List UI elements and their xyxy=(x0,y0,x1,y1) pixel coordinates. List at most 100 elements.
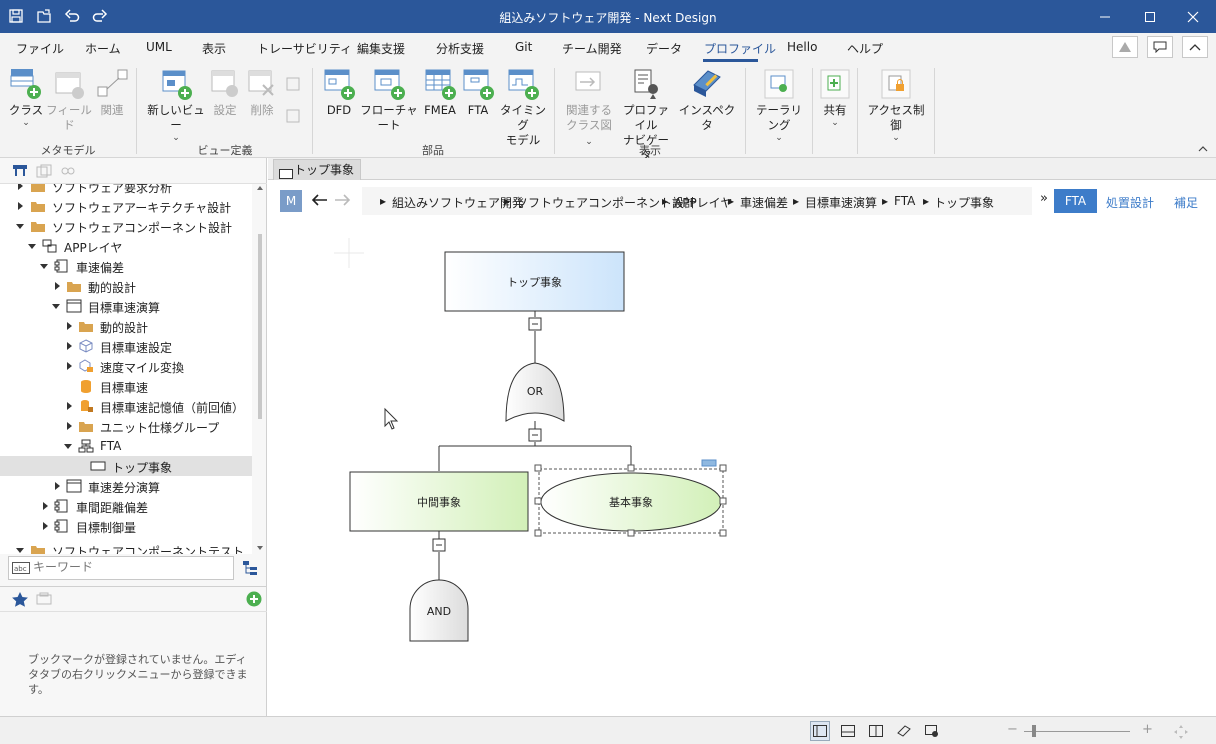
tree-item[interactable]: ソフトウェアコンポーネントテスト xyxy=(0,540,252,554)
tree-item[interactable]: ユニット仕様グループ xyxy=(0,416,252,436)
close-button[interactable] xyxy=(1170,0,1216,33)
zoom-out-button[interactable]: − xyxy=(1007,722,1018,737)
menu-traceability[interactable]: トレーサビリティ xyxy=(257,40,352,57)
tree-item[interactable]: 目標車速記憶値（前回値） xyxy=(0,396,252,416)
tree-item[interactable]: 車間距離偏差 xyxy=(0,496,252,516)
menu-hello[interactable]: Hello xyxy=(787,40,817,54)
view-settings-button[interactable]: 設定 xyxy=(208,67,242,118)
fmea-button[interactable]: FMEA xyxy=(422,67,458,118)
menu-home[interactable]: ホーム xyxy=(85,40,121,57)
tree-scrollbar[interactable] xyxy=(255,184,265,554)
breadcrumb-item[interactable]: 目標車速演算 xyxy=(805,194,877,211)
tree-item[interactable]: 目標車速設定 xyxy=(0,336,252,356)
breadcrumb-item[interactable]: トップ事象 xyxy=(934,194,994,211)
menu-team-dev[interactable]: チーム開発 xyxy=(562,40,622,57)
access-control-button[interactable]: アクセス制御 ⌄ xyxy=(862,67,930,143)
forward-arrow-icon[interactable] xyxy=(334,193,352,210)
tree-item[interactable]: FTA xyxy=(0,436,252,456)
layout-left-icon[interactable] xyxy=(810,721,830,741)
mode-badge[interactable]: M xyxy=(280,190,302,212)
tree-item[interactable]: 目標車速演算 xyxy=(0,296,252,316)
comment-icon[interactable] xyxy=(1147,36,1173,58)
bookmark-folder-icon[interactable] xyxy=(36,592,52,609)
tree-item-selected[interactable]: トップ事象 xyxy=(0,456,252,476)
menu-edit-support[interactable]: 編集支援 xyxy=(357,40,405,57)
class-button[interactable]: クラス ⌄ xyxy=(8,67,44,128)
new-view-button[interactable]: 新しいビュー ⌄ xyxy=(145,67,207,143)
keyword-search[interactable]: abc xyxy=(8,556,234,580)
tree-item[interactable]: 目標車速 xyxy=(0,376,252,396)
tree-item[interactable]: 速度マイル変換 xyxy=(0,356,252,376)
tailoring-button[interactable]: テーラリング ⌄ xyxy=(751,67,807,143)
filter-icon[interactable] xyxy=(242,560,258,579)
tree-item[interactable]: 目標制御量 xyxy=(0,516,252,536)
tree-item[interactable]: ソフトウェアコンポーネント設計 xyxy=(0,216,252,236)
ribbon-collapse-icon[interactable] xyxy=(1198,144,1208,155)
menu-help[interactable]: ヘルプ xyxy=(847,40,883,57)
layout-bottom-icon[interactable] xyxy=(838,721,858,741)
tree-item[interactable]: 車速差分演算 xyxy=(0,476,252,496)
view-delete-button[interactable]: 削除 xyxy=(245,67,279,118)
menu-uml[interactable]: UML xyxy=(146,40,172,54)
menu-git[interactable]: Git xyxy=(515,40,532,54)
minimize-button[interactable] xyxy=(1082,0,1128,33)
view-export-icon[interactable] xyxy=(284,108,302,128)
maximize-button[interactable] xyxy=(1127,0,1173,33)
model-tree-icon[interactable] xyxy=(12,164,28,181)
zoom-slider-thumb[interactable] xyxy=(1032,725,1036,737)
tree-item[interactable]: ソフトウェア要求分析 xyxy=(0,184,252,196)
keyword-input[interactable] xyxy=(33,560,223,574)
link-icon[interactable] xyxy=(60,164,76,181)
view-tab-supplement[interactable]: 補足 xyxy=(1174,194,1198,211)
tree-item[interactable]: APPレイヤ xyxy=(0,236,252,256)
collapse-marker[interactable] xyxy=(528,428,542,442)
tree-item[interactable]: 動的設計 xyxy=(0,276,252,296)
shape-menu-handle[interactable] xyxy=(701,459,717,467)
copy-icon[interactable] xyxy=(36,164,52,181)
warning-icon[interactable] xyxy=(1112,36,1138,58)
breadcrumb-item[interactable]: ソフトウェアコンポーネント設計 xyxy=(516,194,696,211)
field-button[interactable]: フィールド xyxy=(46,67,92,133)
share-button[interactable]: 共有 ⌄ xyxy=(818,67,852,128)
back-arrow-icon[interactable] xyxy=(310,193,328,210)
view-import-icon[interactable] xyxy=(284,76,302,96)
editor-tab[interactable]: トップ事象 xyxy=(273,159,362,180)
diagram-canvas[interactable] xyxy=(268,181,1216,716)
collapse-marker[interactable] xyxy=(528,317,542,331)
chevron-up-icon[interactable] xyxy=(1182,36,1208,58)
zoom-slider-track[interactable] xyxy=(1024,731,1130,732)
menu-data[interactable]: データ xyxy=(646,40,682,57)
breadcrumb-item[interactable]: 車速偏差 xyxy=(740,194,788,211)
settings-panel-icon[interactable] xyxy=(922,721,942,741)
add-bookmark-icon[interactable] xyxy=(246,591,262,610)
more-views-button[interactable]: » xyxy=(1040,191,1048,206)
new-view-icon xyxy=(159,67,193,101)
inspector-button[interactable]: インスペクタ xyxy=(677,67,737,133)
layout-split-icon[interactable] xyxy=(866,721,886,741)
dfd-button[interactable]: DFD xyxy=(322,67,356,118)
timing-model-button[interactable]: タイミング モデル xyxy=(497,67,549,148)
tree-item[interactable]: ソフトウェアアーキテクチャ設計 xyxy=(0,196,252,216)
fta-button[interactable]: FTA xyxy=(461,67,495,118)
flowchart-button[interactable]: フローチャート xyxy=(358,67,420,133)
menu-analysis-support[interactable]: 分析支援 xyxy=(436,40,484,57)
breadcrumb-item[interactable]: FTA xyxy=(894,194,915,208)
tree-item[interactable]: 車速偏差 xyxy=(0,256,252,276)
related-class-diagram-button[interactable]: 関連する クラス図 ⌄ xyxy=(562,67,616,148)
view-tab-treatment[interactable]: 処置設計 xyxy=(1106,194,1154,211)
inspector-toggle-icon[interactable] xyxy=(894,721,914,741)
star-icon[interactable] xyxy=(11,591,29,611)
fit-to-window-icon[interactable] xyxy=(1173,724,1189,743)
fmea-icon xyxy=(423,67,457,101)
viewdef-group-label: ビュー定義 xyxy=(197,144,253,157)
breadcrumb-item[interactable]: APPレイヤ xyxy=(674,194,732,211)
relation-button[interactable]: 関連 xyxy=(96,67,128,118)
tree-item[interactable]: 動的設計 xyxy=(0,316,252,336)
menu-file[interactable]: ファイル xyxy=(16,40,64,57)
zoom-in-button[interactable]: + xyxy=(1142,722,1153,737)
view-tab-fta[interactable]: FTA xyxy=(1054,189,1097,213)
collapse-marker[interactable] xyxy=(432,538,446,552)
menu-view[interactable]: 表示 xyxy=(202,40,226,57)
menu-profile[interactable]: プロファイル xyxy=(704,40,776,57)
folder-icon xyxy=(30,543,46,554)
